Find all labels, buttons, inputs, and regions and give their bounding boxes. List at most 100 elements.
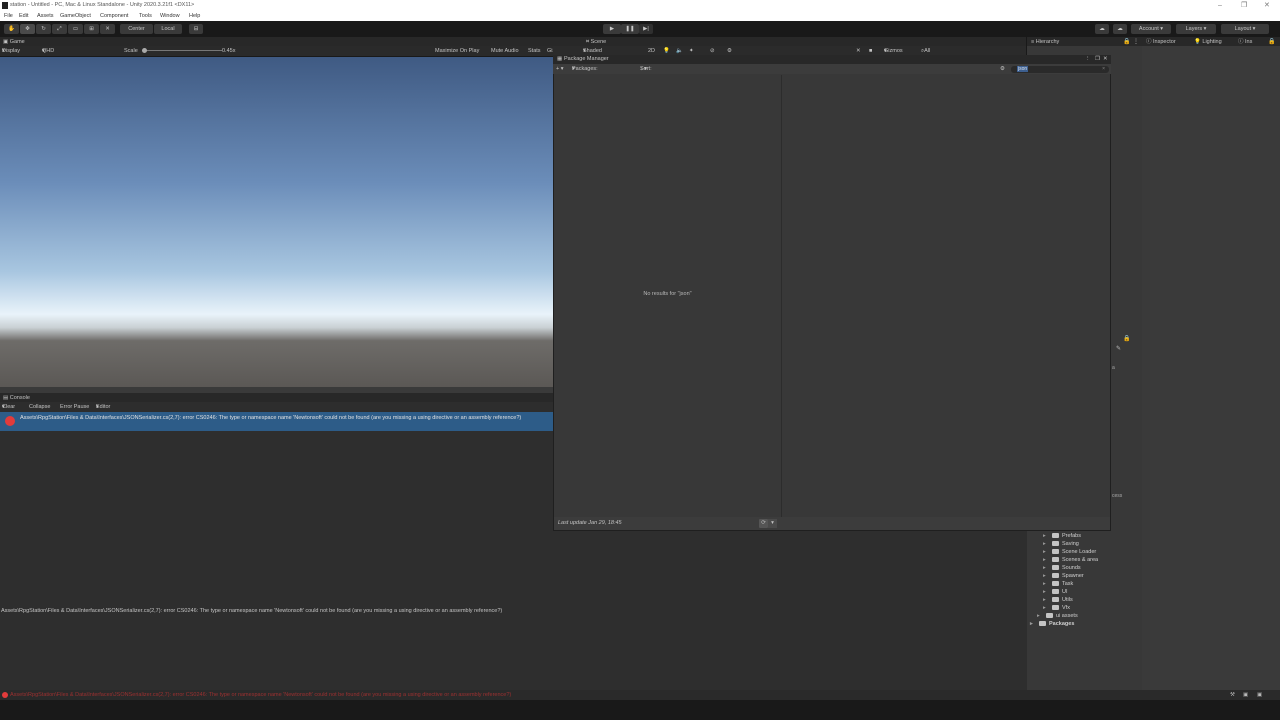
scale-tool-icon[interactable]: ⤢ (52, 24, 67, 34)
scale-slider[interactable] (142, 50, 222, 51)
tab-ins[interactable]: ⓘ Ins (1238, 38, 1252, 46)
tab-scene[interactable]: ⌗ Scene (586, 38, 606, 46)
grid-snap-icon[interactable]: ⊟ (189, 24, 203, 34)
transform-tool-icon[interactable]: ⊞ (84, 24, 99, 34)
package-manager-title: Package Manager (564, 56, 609, 62)
console-editor-dropdown[interactable]: Editor ▾ (96, 402, 110, 412)
close-window-icon[interactable]: ✕ (1264, 0, 1270, 11)
cloud-icon[interactable]: ☁ (1113, 24, 1127, 34)
scale-slider-handle[interactable] (142, 48, 147, 53)
panel-menu-icon[interactable]: ⋮ (1133, 38, 1139, 45)
play-button[interactable]: ▶ (603, 24, 621, 34)
folder-item[interactable]: ▸ Scenes & area (1043, 556, 1098, 564)
layers-dropdown[interactable]: Layers ▾ (1176, 24, 1216, 34)
console-toolbar: Clear ▾ Collapse Error Pause Editor ▾ (0, 402, 553, 412)
menu-help[interactable]: Help (189, 11, 200, 21)
tab-console[interactable]: ▤ Console (3, 394, 30, 402)
folder-label: UI (1062, 589, 1068, 595)
tab-lighting[interactable]: 💡 Lighting (1194, 38, 1222, 46)
menu-gameobject[interactable]: GameObject (60, 11, 91, 21)
inspector-fragment-a: a (1112, 365, 1115, 371)
folder-item[interactable]: ▸ ui assets (1037, 612, 1078, 620)
tab-console-label: Console (9, 395, 30, 401)
maximize-on-play-toggle[interactable]: Maximize On Play (435, 46, 479, 56)
status-icon-2[interactable]: ▣ (1243, 690, 1248, 700)
menu-edit[interactable]: Edit (19, 11, 28, 21)
rotate-tool-icon[interactable]: ↻ (36, 24, 51, 34)
pm-close-icon[interactable]: ✕ (1103, 55, 1108, 64)
resolution-dropdown[interactable]: QHD (2560x1440) ▾ (42, 46, 73, 64)
menu-window[interactable]: Window (160, 11, 180, 21)
custom-tool-icon[interactable]: ✕ (100, 24, 115, 34)
menu-bar: File Edit Assets GameObject Component To… (0, 11, 1280, 21)
folder-label: Scene Loader (1062, 549, 1097, 555)
mute-audio-toggle[interactable]: Mute Audio (491, 46, 519, 56)
game-viewport[interactable] (0, 57, 553, 387)
package-manager-titlebar: ▦ Package Manager ⋮ ❐ ✕ (553, 55, 1111, 64)
lock-icon-inspector[interactable]: 🔒 (1268, 38, 1275, 45)
collab-icon[interactable]: ☁ (1095, 24, 1109, 34)
folder-item[interactable]: ▸ Utils (1043, 596, 1073, 604)
refresh-icon[interactable]: ⟳ (759, 519, 768, 528)
window-titlebar: station - Untitled - PC, Mac & Linux Sta… (0, 0, 1280, 11)
status-icon-3[interactable]: ▣ (1257, 690, 1262, 700)
move-tool-icon[interactable]: ✥ (20, 24, 35, 34)
package-manager-footer: Last update Jan 29, 18:45 ⟳ ▾ (554, 517, 1110, 530)
refresh-dropdown-icon[interactable]: ▾ (768, 519, 777, 528)
stats-toggle[interactable]: Stats (528, 46, 541, 56)
console-collapse-toggle[interactable]: Collapse (29, 402, 50, 412)
folder-label: ui assets (1056, 613, 1078, 619)
pencil-icon[interactable]: ✎ (1116, 345, 1121, 352)
folder-item[interactable]: ▸ Sounds (1043, 564, 1081, 572)
folder-item[interactable]: ▸ Spawner (1043, 572, 1084, 580)
tab-game[interactable]: ▣ Game (3, 38, 25, 46)
restore-icon[interactable]: ❐ (1241, 0, 1247, 11)
pm-settings-icon[interactable]: ⚙ (1000, 64, 1005, 74)
menu-tools[interactable]: Tools (139, 11, 152, 21)
search-clear-icon[interactable]: × (1102, 66, 1105, 73)
pm-menu-icon[interactable]: ⋮ (1085, 55, 1091, 64)
account-dropdown[interactable]: Account ▾ (1131, 24, 1171, 34)
packages-folder[interactable]: ▸ Packages (1030, 620, 1074, 628)
folder-label: Sounds (1062, 565, 1081, 571)
hand-tool-icon[interactable]: ✋ (4, 24, 19, 34)
display-dropdown[interactable]: Display 1 ▾ (2, 46, 20, 64)
step-button[interactable]: ▶| (639, 24, 653, 34)
tab-inspector[interactable]: ⓘ Inspector (1146, 38, 1176, 46)
folder-item[interactable]: ▸ Task (1043, 580, 1073, 588)
pause-button[interactable]: ❚❚ (621, 24, 639, 34)
scale-value: 0.45x (222, 48, 236, 54)
layout-dropdown[interactable]: Layout ▾ (1221, 24, 1269, 34)
status-text: Assets\RpgStation\Files & Data\Interface… (10, 692, 512, 698)
rect-tool-icon[interactable]: ▭ (68, 24, 83, 34)
minimize-icon[interactable]: – (1218, 0, 1222, 11)
folder-item[interactable]: ▸ Saving (1043, 540, 1079, 548)
layout-label: Layout (1234, 26, 1252, 32)
add-package-icon[interactable]: + ▾ (556, 64, 564, 74)
menu-file[interactable]: File (4, 11, 13, 21)
sort-dropdown[interactable]: Sort: Name ↓ ▾ (640, 64, 655, 82)
status-bar[interactable]: Assets\RpgStation\Files & Data\Interface… (0, 690, 1280, 700)
pm-maximize-icon[interactable]: ❐ (1095, 55, 1100, 64)
tab-hierarchy[interactable]: ≡ Hierarchy (1031, 38, 1059, 46)
status-icon-1[interactable]: ⚒ (1230, 690, 1235, 700)
package-search-input[interactable]: json × (1011, 66, 1109, 73)
menu-assets[interactable]: Assets (37, 11, 54, 21)
console-error-row[interactable]: Assets\RpgStation\Files & Data\Interface… (0, 412, 553, 431)
package-icon: ▦ (557, 56, 563, 62)
console-error-pause-toggle[interactable]: Error Pause (60, 402, 89, 412)
editor-label: Editor (96, 404, 111, 410)
inspector-panel (1142, 46, 1280, 690)
folder-item[interactable]: ▸ Vfx (1043, 604, 1070, 612)
menu-component[interactable]: Component (100, 11, 128, 21)
lock-icon[interactable]: 🔒 (1123, 38, 1130, 45)
console-detail-text: Assets\RpgStation\Files & Data\Interface… (1, 608, 503, 614)
pivot-center-button[interactable]: Center (120, 24, 153, 34)
folder-item[interactable]: ▸ UI (1043, 588, 1068, 596)
lock-icon-mid[interactable]: 🔒 (1123, 335, 1130, 342)
space-local-button[interactable]: Local (154, 24, 182, 34)
console-clear-button[interactable]: Clear ▾ (2, 402, 15, 412)
packages-filter-dropdown[interactable]: Packages: In Project ▾ (572, 64, 598, 82)
folder-item[interactable]: ▸ Scene Loader (1043, 548, 1096, 556)
folder-item[interactable]: ▸ Prefabs (1043, 532, 1081, 540)
